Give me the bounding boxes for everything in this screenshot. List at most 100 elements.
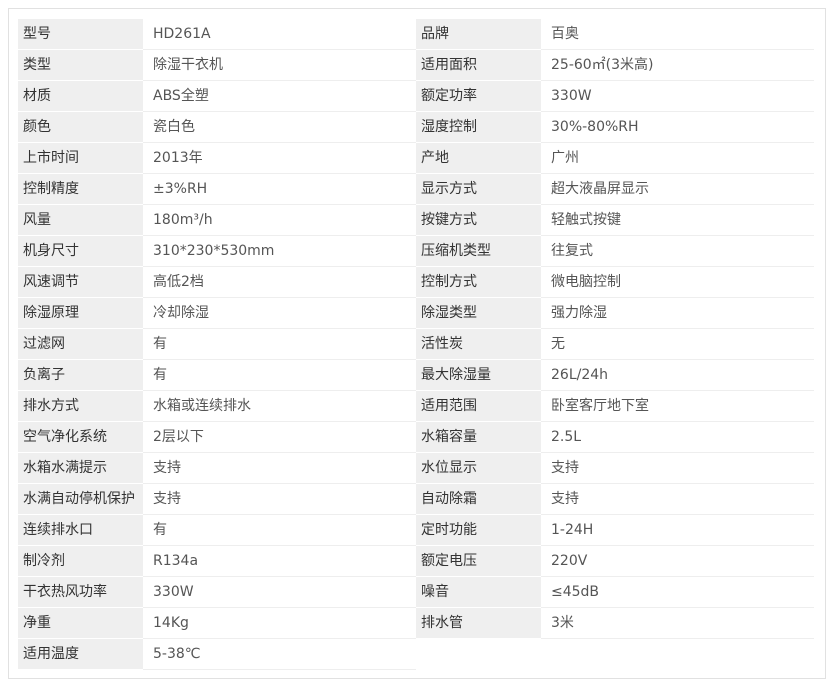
- spec-value: 3米: [541, 608, 814, 639]
- spec-row-buttons: 按键方式 轻触式按键: [416, 205, 814, 236]
- spec-label: 水箱容量: [416, 422, 541, 453]
- spec-row-net-weight: 净重 14Kg: [18, 608, 416, 639]
- spec-row-water-level: 水位显示 支持: [416, 453, 814, 484]
- spec-value: 25-60㎡(3米高): [541, 50, 814, 81]
- spec-value: ≤45dB: [541, 577, 814, 608]
- spec-row-tank-capacity: 水箱容量 2.5L: [416, 422, 814, 453]
- spec-label: 机身尺寸: [18, 236, 143, 267]
- spec-row-rated-power: 额定功率 330W: [416, 81, 814, 112]
- spec-row-auto-defrost: 自动除霜 支持: [416, 484, 814, 515]
- spec-value: 2层以下: [143, 422, 416, 453]
- spec-value: 有: [143, 515, 416, 546]
- spec-row-launch-date: 上市时间 2013年: [18, 143, 416, 174]
- spec-value: 14Kg: [143, 608, 416, 639]
- spec-label: 空气净化系统: [18, 422, 143, 453]
- spec-row-area: 适用面积 25-60㎡(3米高): [416, 50, 814, 81]
- spec-row-fan-speed: 风速调节 高低2档: [18, 267, 416, 298]
- spec-value: R134a: [143, 546, 416, 577]
- spec-row-material: 材质 ABS全塑: [18, 81, 416, 112]
- spec-row-humidity-control: 湿度控制 30%-80%RH: [416, 112, 814, 143]
- spec-label: 显示方式: [416, 174, 541, 205]
- spec-label: 排水方式: [18, 391, 143, 422]
- spec-column-left: 型号 HD261A 类型 除湿干衣机 材质 ABS全塑 颜色 瓷白色 上市时间 2013年…: [18, 19, 416, 670]
- spec-value: HD261A: [143, 19, 416, 50]
- spec-row-dry-heat-power: 干衣热风功率 330W: [18, 577, 416, 608]
- spec-row-filter: 过滤网有: [18, 329, 416, 360]
- spec-row-compressor: 压缩机类型 往复式: [416, 236, 814, 267]
- spec-value: 支持: [541, 453, 814, 484]
- spec-row-refrigerant: 制冷剂 R134a: [18, 546, 416, 577]
- spec-label: 颜色: [18, 112, 143, 143]
- spec-label: 按键方式: [416, 205, 541, 236]
- spec-label: 噪音: [416, 577, 541, 608]
- spec-row-temperature: 适用温度 5-38℃: [18, 639, 416, 670]
- spec-row-drain-hose: 排水管 3米: [416, 608, 814, 639]
- spec-row-model: 型号 HD261A: [18, 19, 416, 50]
- spec-column-right: 品牌 百奥 适用面积 25-60㎡(3米高) 额定功率 330W 湿度控制 30%-80…: [416, 19, 814, 639]
- spec-row-brand: 品牌 百奥: [416, 19, 814, 50]
- spec-row-drain-port: 连续排水口有: [18, 515, 416, 546]
- spec-label: 最大除湿量: [416, 360, 541, 391]
- spec-value: 支持: [541, 484, 814, 515]
- spec-value: 1-24H: [541, 515, 814, 546]
- spec-row-noise: 噪音 ≤45dB: [416, 577, 814, 608]
- spec-row-activated-carbon: 活性炭无: [416, 329, 814, 360]
- spec-row-timer: 定时功能 1-24H: [416, 515, 814, 546]
- spec-value: 2.5L: [541, 422, 814, 453]
- spec-value: 冷却除湿: [143, 298, 416, 329]
- spec-label: 排水管: [416, 608, 541, 639]
- spec-label: 适用面积: [416, 50, 541, 81]
- spec-label: 控制精度: [18, 174, 143, 205]
- spec-label: 风量: [18, 205, 143, 236]
- spec-label: 控制方式: [416, 267, 541, 298]
- spec-row-rated-voltage: 额定电压 220V: [416, 546, 814, 577]
- spec-label: 除湿原理: [18, 298, 143, 329]
- spec-label: 净重: [18, 608, 143, 639]
- spec-value: 强力除湿: [541, 298, 814, 329]
- spec-value: 高低2档: [143, 267, 416, 298]
- spec-row-origin: 产地 广州: [416, 143, 814, 174]
- spec-row-air-purify: 空气净化系统 2层以下: [18, 422, 416, 453]
- spec-value: 310*230*530mm: [143, 236, 416, 267]
- spec-value: 支持: [143, 453, 416, 484]
- spec-label: 定时功能: [416, 515, 541, 546]
- spec-row-control-method: 控制方式 微电脑控制: [416, 267, 814, 298]
- spec-label: 除湿类型: [416, 298, 541, 329]
- spec-value: 220V: [541, 546, 814, 577]
- spec-value: 除湿干衣机: [143, 50, 416, 81]
- spec-row-airflow: 风量 180m³/h: [18, 205, 416, 236]
- spec-value: 卧室客厅地下室: [541, 391, 814, 422]
- spec-label: 压缩机类型: [416, 236, 541, 267]
- spec-label: 品牌: [416, 19, 541, 50]
- spec-row-type: 类型 除湿干衣机: [18, 50, 416, 81]
- spec-value: ±3%RH: [143, 174, 416, 205]
- spec-row-max-dehumid: 最大除湿量 26L/24h: [416, 360, 814, 391]
- spec-label: 连续排水口: [18, 515, 143, 546]
- spec-value: 26L/24h: [541, 360, 814, 391]
- spec-value: 180m³/h: [143, 205, 416, 236]
- spec-value: 330W: [541, 81, 814, 112]
- spec-value: 瓷白色: [143, 112, 416, 143]
- spec-label: 额定电压: [416, 546, 541, 577]
- spec-value: 超大液晶屏显示: [541, 174, 814, 205]
- spec-value: 广州: [541, 143, 814, 174]
- spec-label: 产地: [416, 143, 541, 174]
- spec-label: 风速调节: [18, 267, 143, 298]
- spec-row-tank-full-alert: 水箱水满提示 支持: [18, 453, 416, 484]
- spec-label: 适用范围: [416, 391, 541, 422]
- spec-value: 330W: [143, 577, 416, 608]
- spec-label: 负离子: [18, 360, 143, 391]
- spec-label: 型号: [18, 19, 143, 50]
- spec-value: 5-38℃: [143, 639, 416, 670]
- spec-label: 活性炭: [416, 329, 541, 360]
- spec-row-color: 颜色 瓷白色: [18, 112, 416, 143]
- spec-row-dimensions: 机身尺寸 310*230*530mm: [18, 236, 416, 267]
- spec-label: 水位显示: [416, 453, 541, 484]
- spec-label: 自动除霜: [416, 484, 541, 515]
- spec-label: 制冷剂: [18, 546, 143, 577]
- spec-label: 类型: [18, 50, 143, 81]
- spec-value: 支持: [143, 484, 416, 515]
- spec-row-dehumid-principle: 除湿原理 冷却除湿: [18, 298, 416, 329]
- spec-label: 湿度控制: [416, 112, 541, 143]
- spec-row-anion: 负离子有: [18, 360, 416, 391]
